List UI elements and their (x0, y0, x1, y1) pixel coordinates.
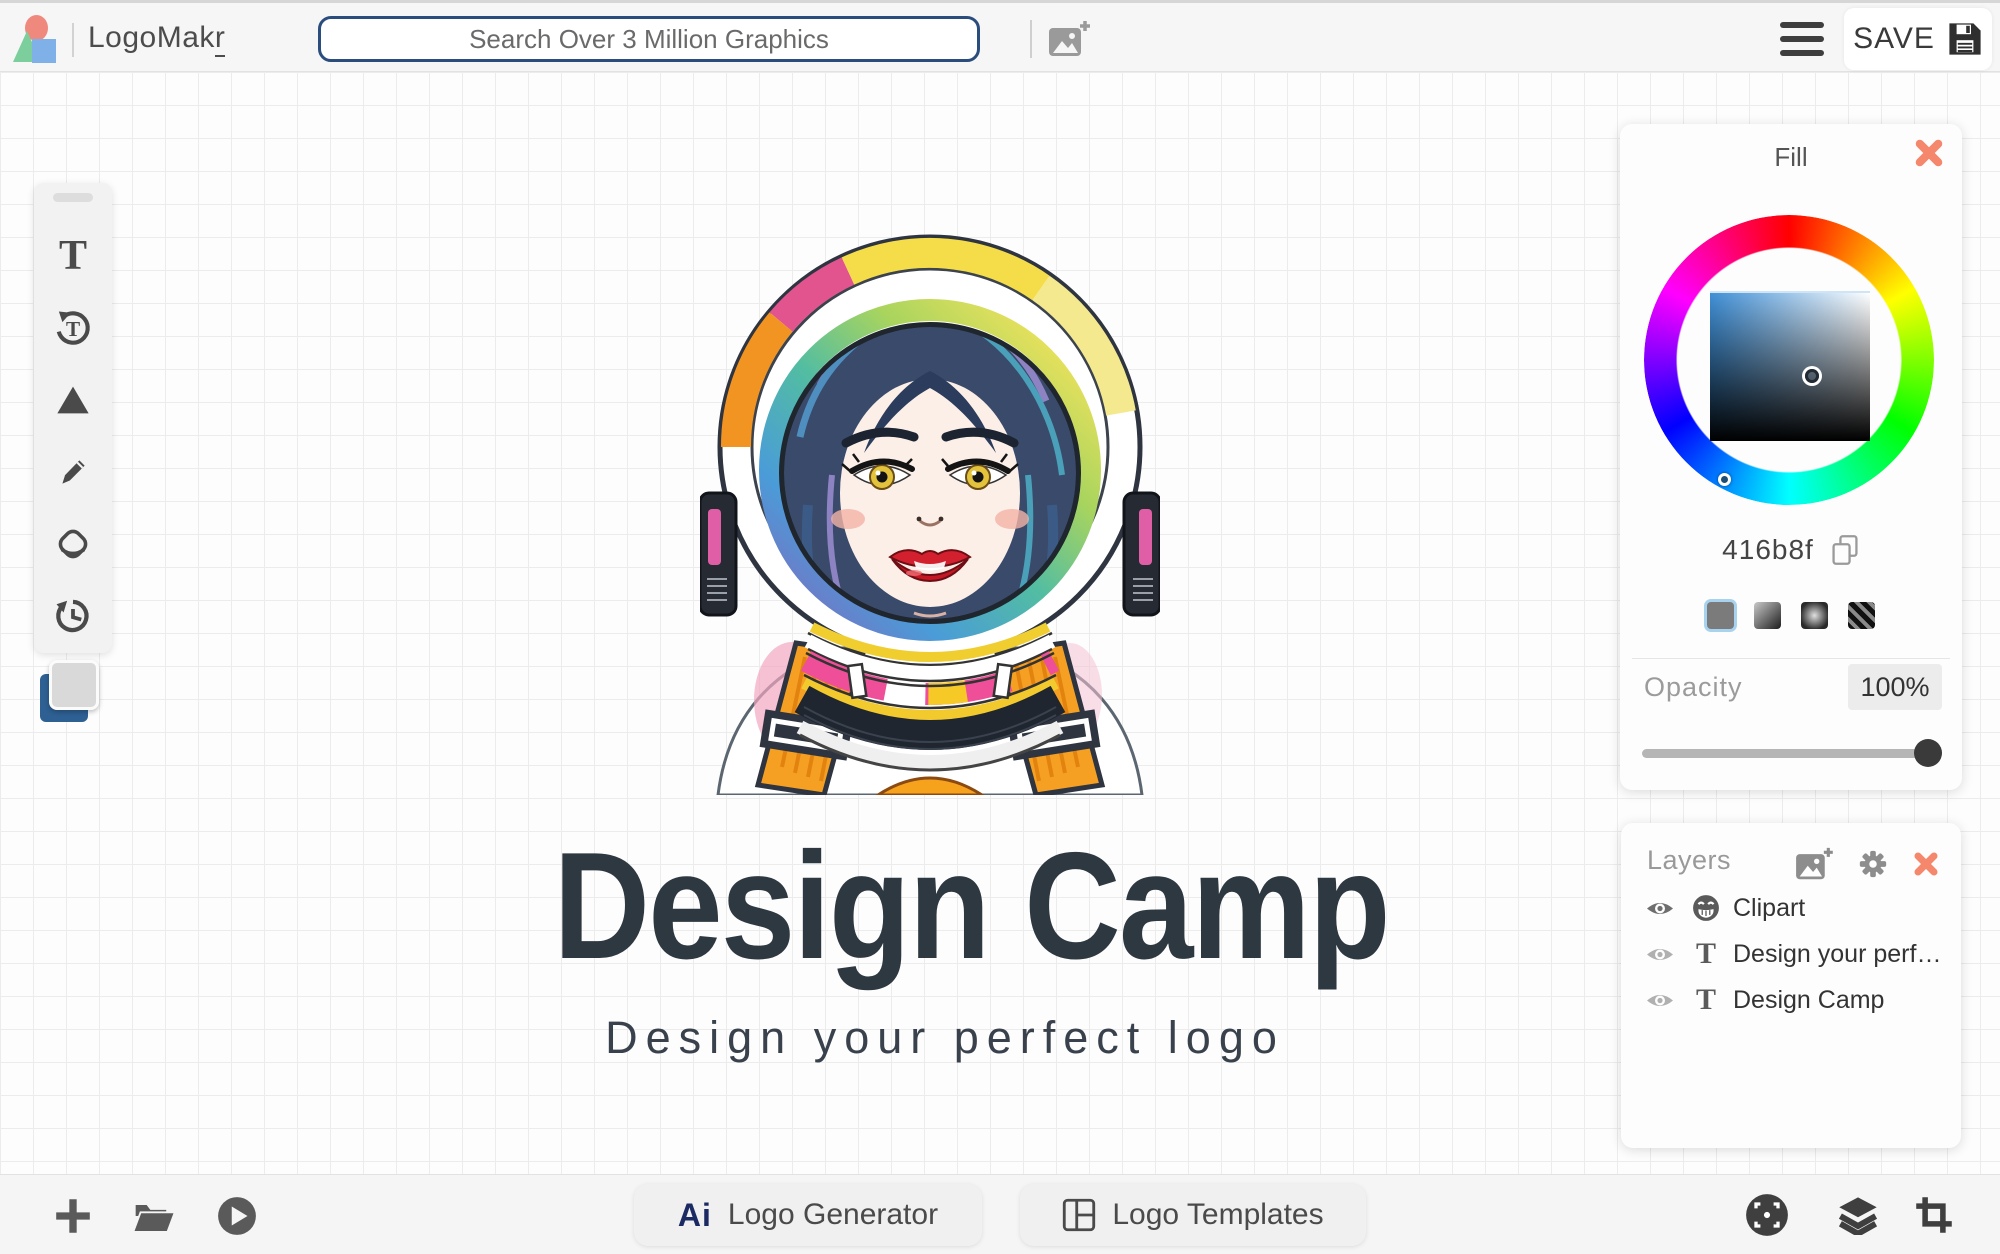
tools-sidebar: T T (34, 183, 112, 653)
add-image-icon[interactable] (1048, 20, 1090, 58)
brand-prefix: LogoMak (88, 21, 215, 54)
pencil-glyph (62, 460, 85, 484)
layers-panel-actions (1795, 847, 1939, 881)
add-image-layer-icon[interactable] (1795, 847, 1833, 881)
layers-order-icon[interactable] (1836, 1195, 1880, 1235)
layer-label: Clipart (1733, 893, 1806, 922)
eye-glyph (1647, 902, 1673, 914)
visibility-eye-icon[interactable] (1645, 991, 1675, 1010)
clipart-type-icon (1689, 894, 1723, 922)
copy-icon[interactable] (1830, 534, 1860, 566)
search-input[interactable] (318, 16, 980, 62)
opacity-value[interactable]: 100% (1848, 664, 1942, 710)
layer-row-headline-text[interactable]: T Design Camp (1621, 977, 1961, 1023)
eraser-glyph (58, 529, 88, 559)
draw-tool-icon[interactable] (34, 449, 112, 495)
svg-text:T: T (66, 317, 80, 341)
visibility-eye-icon[interactable] (1645, 945, 1675, 964)
t-glyph: T (1695, 937, 1716, 970)
pattern-fill-swatch[interactable] (1848, 602, 1875, 629)
logo-generator-button[interactable]: Ai Logo Generator (634, 1184, 982, 1246)
open-folder-icon[interactable] (132, 1197, 176, 1235)
grin-face-glyph (1693, 895, 1719, 921)
fill-panel: Fill 416b8f Opacity 100% (1620, 124, 1962, 790)
fill-divider (1632, 658, 1950, 659)
opacity-slider-track (1642, 749, 1942, 758)
canvas-headline-text[interactable]: Design Camp (553, 830, 1390, 982)
hue-selector-knob[interactable] (1718, 473, 1731, 486)
text-tool-glyph: T (58, 233, 87, 279)
solid-fill-swatch[interactable] (1707, 602, 1734, 629)
save-button[interactable]: SAVE (1844, 8, 1992, 70)
layers-panel-title: Layers (1647, 845, 1732, 875)
crop-icon[interactable] (1914, 1195, 1954, 1235)
shapes-tool-icon[interactable] (34, 377, 112, 423)
logo-templates-label: Logo Templates (1112, 1198, 1324, 1231)
ai-icon: Ai (677, 1196, 712, 1233)
toolbar-divider (1030, 20, 1032, 58)
menu-icon[interactable] (1780, 22, 1824, 56)
eraser-tool-icon[interactable] (34, 521, 112, 567)
top-bar: LogoMakr SAVE (0, 0, 2000, 72)
logo-templates-button[interactable]: Logo Templates (1020, 1184, 1366, 1246)
opacity-slider-thumb[interactable] (1914, 739, 1942, 767)
menu-bar (1780, 22, 1824, 28)
t-glyph: T (1695, 983, 1716, 1016)
add-new-icon[interactable] (52, 1195, 94, 1237)
triangle-glyph (57, 386, 89, 414)
toolbar-drag-handle[interactable] (53, 193, 93, 202)
opacity-slider[interactable] (1642, 738, 1942, 768)
curved-text-tool-icon[interactable]: T (34, 305, 112, 351)
layers-settings-gear-icon[interactable] (1857, 848, 1889, 880)
opacity-label: Opacity (1644, 672, 1743, 702)
logo-generator-label: Logo Generator (727, 1198, 939, 1231)
save-floppy-icon (1949, 23, 1981, 55)
text-tool-icon[interactable]: T (34, 233, 112, 279)
play-tutorial-icon[interactable] (216, 1195, 258, 1237)
brand-name[interactable]: LogoMakr (88, 21, 226, 57)
brand-divider (72, 23, 74, 57)
eye-glyph (1647, 948, 1673, 960)
history-tool-icon[interactable] (34, 593, 112, 639)
canvas-tagline-text[interactable]: Design your perfect logo (460, 1012, 1430, 1064)
templates-grid-icon (1063, 1198, 1096, 1232)
current-color-chip[interactable] (40, 660, 104, 732)
layer-label: Design your perfec… (1733, 939, 1943, 968)
eye-glyph (1647, 994, 1673, 1006)
linear-gradient-swatch[interactable] (1754, 602, 1781, 629)
layers-close-icon[interactable] (1913, 851, 1939, 877)
search-bar (318, 16, 980, 62)
fill-panel-title: Fill (1774, 142, 1808, 172)
text-type-icon: T (1689, 939, 1723, 969)
visibility-eye-icon[interactable] (1645, 899, 1675, 918)
text-type-icon: T (1689, 985, 1723, 1015)
layer-row-clipart[interactable]: Clipart (1621, 885, 1961, 931)
sv-selector-knob[interactable] (1805, 369, 1819, 383)
hex-row: 416b8f (1620, 534, 1962, 566)
brand-suffix: r (214, 21, 226, 57)
saturation-value-square[interactable] (1710, 291, 1870, 441)
layers-panel: Layers Clipart T Design your perfec T De… (1621, 823, 1961, 1148)
logomakr-logo-icon[interactable] (12, 13, 60, 65)
history-glyph (56, 599, 89, 633)
curved-text-glyph: T (56, 311, 90, 345)
radial-gradient-swatch[interactable] (1801, 602, 1828, 629)
bottom-bar: Ai Logo Generator Logo Templates (0, 1174, 2000, 1254)
layer-row-tagline-text[interactable]: T Design your perfec… (1621, 931, 1961, 977)
fill-style-swatches (1620, 602, 1962, 629)
logomakr-app: Design Camp Design your perfect logo Log… (0, 0, 2000, 1254)
save-label: SAVE (1853, 22, 1935, 55)
color-chip-front (49, 660, 99, 710)
menu-bar (1780, 50, 1824, 56)
hex-value[interactable]: 416b8f (1722, 534, 1814, 566)
logo-square-shape (32, 39, 56, 63)
clipart-astronaut-image[interactable] (700, 175, 1160, 795)
fit-screen-icon[interactable] (1745, 1193, 1789, 1237)
fill-close-icon[interactable] (1914, 138, 1944, 168)
menu-bar (1780, 36, 1824, 42)
layer-label: Design Camp (1733, 985, 1885, 1014)
